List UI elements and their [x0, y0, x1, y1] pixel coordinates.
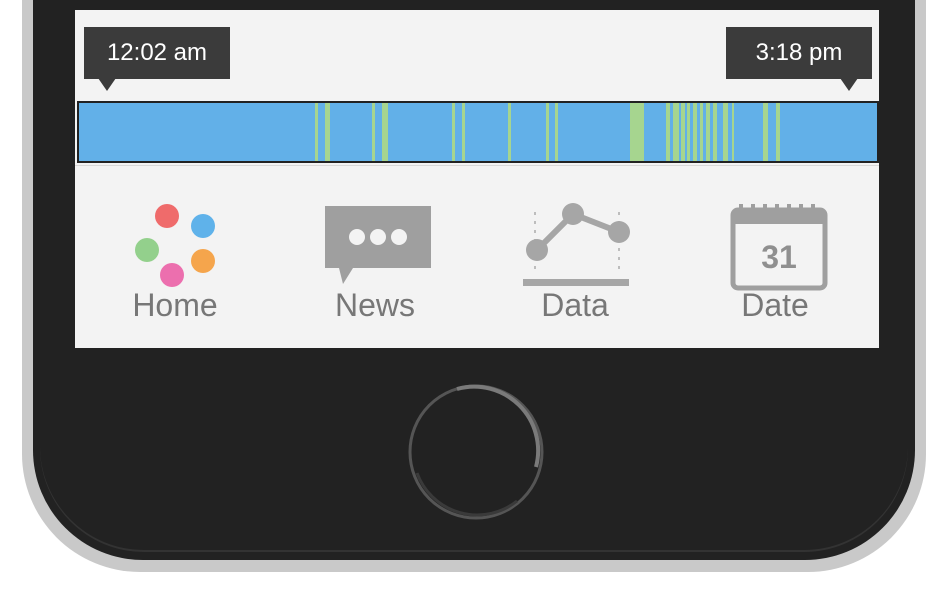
timeline-active-segment — [775, 103, 781, 161]
timeline-active-segment — [722, 103, 728, 161]
home-dot — [155, 204, 179, 228]
timeline-active-segment — [731, 103, 735, 161]
timeline-active-segment — [681, 103, 685, 161]
timeline-end-tooltip: 3:18 pm — [726, 27, 872, 91]
timeline-active-segment — [672, 103, 680, 161]
tab-date-label: Date — [741, 287, 809, 323]
home-dot — [160, 263, 184, 287]
tab-data[interactable]: Data — [475, 166, 675, 348]
calendar-day-number: 31 — [761, 239, 797, 275]
activity-timeline-bar[interactable] — [77, 101, 879, 163]
home-dot — [135, 238, 159, 262]
timeline-active-segment — [451, 103, 455, 161]
bottom-tab-bar: Home News Data 31 Date — [75, 165, 879, 348]
timeline-active-segment — [699, 103, 704, 161]
timeline-active-segment — [687, 103, 691, 161]
home-dot — [191, 249, 215, 273]
timeline-active-segment — [382, 103, 388, 161]
home-button[interactable] — [407, 383, 545, 521]
calendar-icon: 31 — [730, 204, 828, 291]
timeline-active-segment — [315, 103, 319, 161]
chat-bubble-icon — [325, 206, 431, 284]
timeline-active-segment — [706, 103, 711, 161]
timeline-active-segment — [324, 103, 330, 161]
timeline-active-segment — [666, 103, 671, 161]
line-chart-icon — [523, 203, 630, 286]
timeline-start-tooltip: 12:02 am — [84, 27, 230, 91]
home-dot — [191, 214, 215, 238]
tab-news[interactable]: News — [275, 166, 475, 348]
timeline-active-segment — [762, 103, 769, 161]
timeline-active-segment — [371, 103, 376, 161]
tab-news-label: News — [334, 287, 415, 323]
timeline-active-segment — [712, 103, 718, 161]
timeline-active-segment — [693, 103, 697, 161]
tab-home-label: Home — [132, 287, 218, 323]
home-dots-icon — [133, 202, 217, 290]
timeline-active-segment — [507, 103, 511, 161]
tab-date[interactable]: 31 Date — [675, 166, 875, 348]
tab-home[interactable]: Home — [75, 166, 275, 348]
timeline-active-segment — [629, 103, 644, 161]
timeline-active-segment — [462, 103, 466, 161]
timeline-active-segment — [554, 103, 558, 161]
timeline-active-segment — [545, 103, 550, 161]
tab-data-label: Data — [541, 287, 609, 323]
